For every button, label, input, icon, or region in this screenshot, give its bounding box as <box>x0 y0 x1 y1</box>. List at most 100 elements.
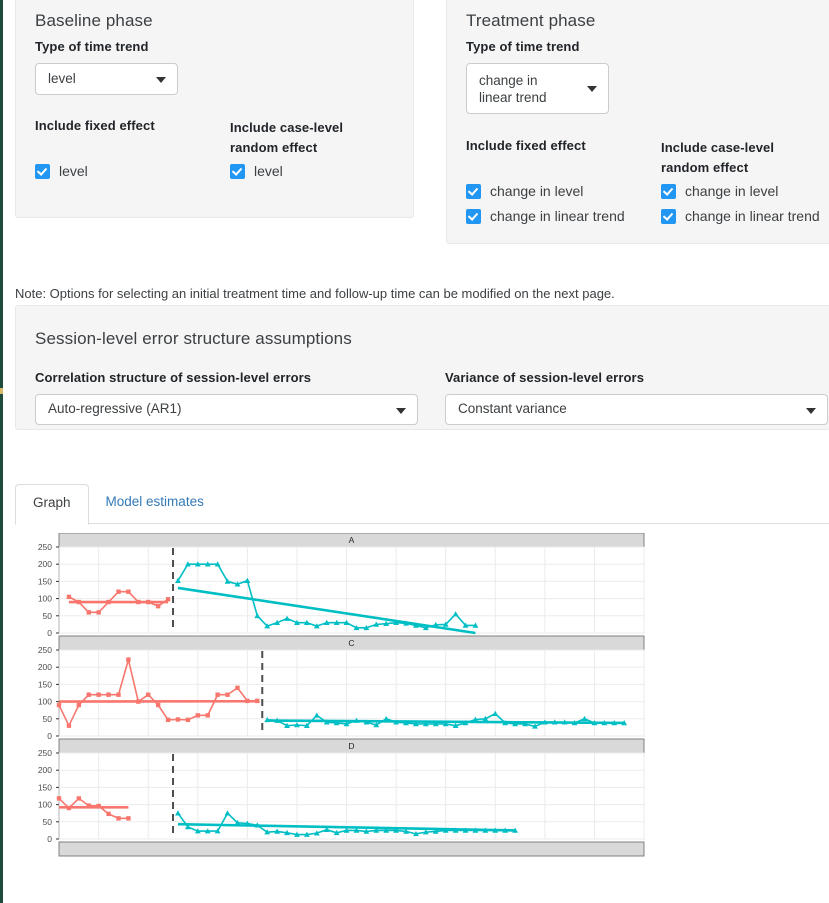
data-point <box>245 698 250 704</box>
checkbox-row[interactable]: level <box>230 163 283 179</box>
treatment-fixed-effect-checkbox-group: change in level change in linear trend <box>466 183 625 233</box>
y-axis-tick-label: 0 <box>47 731 52 741</box>
data-point <box>126 816 131 821</box>
y-axis-tick-label: 150 <box>38 576 52 586</box>
data-point <box>86 692 91 697</box>
checkbox-row[interactable]: change in level <box>466 183 625 199</box>
tab-model-estimates-label: Model estimates <box>105 494 204 509</box>
checkbox-row[interactable]: level <box>35 163 88 179</box>
checkbox-label: change in level <box>685 183 779 199</box>
session-error-card: Session-level error structure assumption… <box>15 305 829 430</box>
treatment-trend-label: Type of time trend <box>466 39 580 54</box>
baseline-random-effect-label: Include case-level random effect <box>230 120 344 156</box>
y-axis-tick-label: 0 <box>47 628 52 638</box>
chevron-down-icon <box>396 407 406 414</box>
y-axis-tick-label: 250 <box>38 645 52 655</box>
chevron-down-icon <box>587 86 597 92</box>
checkbox-checked-icon[interactable] <box>661 183 676 199</box>
chevron-down-icon <box>806 407 816 414</box>
checkbox-checked-icon[interactable] <box>466 208 481 224</box>
results-tabs-container: Graph Model estimates <box>15 484 829 525</box>
data-point <box>126 589 131 594</box>
data-point <box>86 803 91 808</box>
data-point <box>175 717 181 722</box>
data-point <box>155 603 161 609</box>
y-axis-tick-label: 50 <box>43 817 53 827</box>
checkbox-row[interactable]: change in level <box>661 183 820 199</box>
facet-strip <box>58 841 645 857</box>
y-axis-tick-label: 250 <box>38 748 52 758</box>
baseline-trend-value: level <box>48 70 76 86</box>
treatment-phase-card: Treatment phase Type of time trend chang… <box>446 0 829 244</box>
correlation-structure-value: Auto-regressive (AR1) <box>48 401 182 417</box>
data-point <box>106 599 111 605</box>
checkbox-checked-icon[interactable] <box>35 163 50 179</box>
data-point <box>146 599 151 605</box>
left-edge-accent <box>0 388 3 394</box>
checkbox-label: level <box>59 163 88 179</box>
data-point <box>66 805 72 811</box>
variance-value: Constant variance <box>458 401 567 417</box>
data-point <box>96 692 101 697</box>
left-edge-strip <box>0 0 3 903</box>
checkbox-row[interactable]: change in linear trend <box>661 208 820 224</box>
variance-select[interactable]: Constant variance <box>445 394 828 425</box>
checkbox-label: change in linear trend <box>490 208 625 224</box>
y-axis-tick-label: 150 <box>38 782 52 792</box>
y-axis-tick-label: 200 <box>38 559 52 569</box>
data-point <box>155 702 161 708</box>
y-axis-tick-label: 0 <box>47 834 52 844</box>
multi-panel-line-chart: A 0 50 100 150 200 250 C 0 50 100 150 200 250 D 0 50 100 1… <box>38 533 645 857</box>
data-point <box>116 816 121 821</box>
y-axis-tick-label: 200 <box>38 765 52 775</box>
y-axis-tick-label: 100 <box>38 697 52 707</box>
treatment-trend-value: change in linear trend <box>479 73 547 105</box>
facet-panel: 0 50 100 150 200 250 <box>38 748 645 844</box>
data-point <box>165 717 171 723</box>
treatment-random-effect-label: Include case-level random effect <box>661 140 775 176</box>
baseline-phase-title: Baseline phase <box>35 11 153 30</box>
checkbox-checked-icon[interactable] <box>230 163 245 179</box>
treatment-phase-title: Treatment phase <box>466 11 596 30</box>
data-point <box>195 713 201 718</box>
data-point <box>116 692 121 697</box>
tab-model-estimates[interactable]: Model estimates <box>89 484 221 525</box>
checkbox-checked-icon[interactable] <box>466 183 481 199</box>
data-point <box>76 599 82 605</box>
data-point <box>255 698 260 704</box>
baseline-phase-card: Baseline phase Type of time trend level … <box>15 0 414 218</box>
facet-strip-label: D <box>348 741 354 751</box>
y-axis-tick-label: 50 <box>43 611 53 621</box>
baseline-fixed-effect-label: Include fixed effect <box>35 118 155 133</box>
data-point <box>126 657 131 662</box>
baseline-fixed-effect-checkbox-group: level <box>35 163 88 188</box>
baseline-trend-select[interactable]: level <box>35 63 178 95</box>
data-point <box>96 610 101 615</box>
data-point <box>205 713 210 718</box>
note-text: Note: Options for selecting an initial t… <box>15 286 615 301</box>
data-point <box>106 811 111 817</box>
treatment-trend-select[interactable]: change in linear trend <box>466 63 609 114</box>
facet-panel: 0 50 100 150 200 250 <box>38 645 645 741</box>
data-point <box>225 692 230 697</box>
data-point <box>66 594 72 600</box>
graph-output: A 0 50 100 150 200 250 C 0 50 100 150 200 250 D 0 50 100 1… <box>15 533 715 903</box>
checkbox-row[interactable]: change in linear trend <box>466 208 625 224</box>
variance-label: Variance of session-level errors <box>445 370 645 385</box>
data-point <box>235 685 240 691</box>
tab-graph-label: Graph <box>33 495 71 510</box>
correlation-structure-label: Correlation structure of session-level e… <box>35 370 312 385</box>
data-point <box>86 610 91 615</box>
facet-panel: 0 50 100 150 200 250 <box>38 542 645 638</box>
checkbox-checked-icon[interactable] <box>661 208 676 224</box>
checkbox-label: change in level <box>490 183 584 199</box>
facet-strip-label: C <box>348 638 354 648</box>
correlation-structure-select[interactable]: Auto-regressive (AR1) <box>35 394 418 425</box>
checkbox-label: level <box>254 163 283 179</box>
tab-graph[interactable]: Graph <box>15 484 89 525</box>
session-error-title: Session-level error structure assumption… <box>35 329 352 348</box>
treatment-fixed-effect-label: Include fixed effect <box>466 138 586 153</box>
data-point <box>116 589 121 594</box>
data-point <box>136 599 141 605</box>
y-axis-tick-label: 100 <box>38 594 52 604</box>
